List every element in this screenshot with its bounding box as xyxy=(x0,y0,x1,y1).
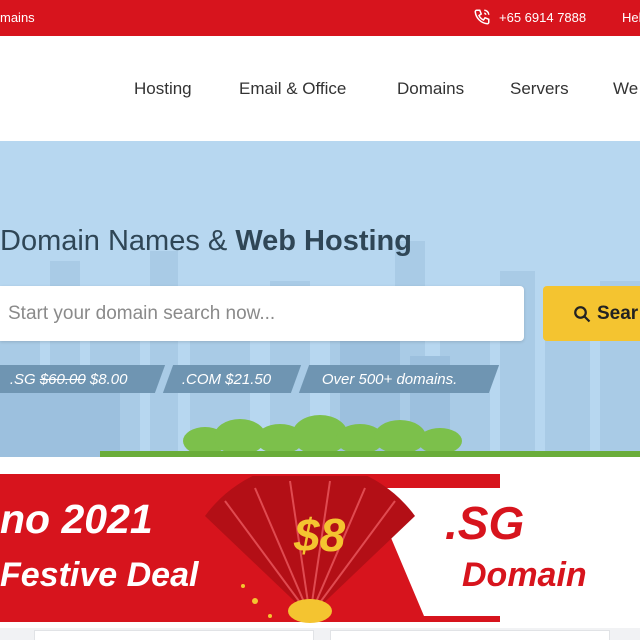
phone-contact[interactable]: +65 6914 7888 xyxy=(473,8,586,26)
hero-title-regular: Domain Names & xyxy=(0,225,236,257)
domain-search-input[interactable] xyxy=(0,286,524,341)
domain-search-box xyxy=(0,286,524,341)
phone-icon xyxy=(474,9,490,25)
bottom-card-left xyxy=(34,630,314,640)
page: mains +65 6914 7888 Help Hosting Email &… xyxy=(0,0,640,640)
nav-item-hosting[interactable]: Hosting xyxy=(134,79,192,99)
hero-title-bold: Web Hosting xyxy=(235,225,412,257)
tag-com-price[interactable]: .COM $21.50 xyxy=(162,365,302,393)
hero-title: Domain Names & Web Hosting xyxy=(0,225,412,258)
search-button-label: Sear xyxy=(597,302,639,324)
help-link[interactable]: Help xyxy=(622,10,640,25)
promo-subheadline: Festive Deal xyxy=(0,556,199,594)
tag-sg-price[interactable]: .SG $60.00 $8.00 xyxy=(0,365,166,393)
promo-price: $8 xyxy=(294,509,346,561)
tag-more-domains-text: Over 500+ domains. xyxy=(322,370,458,388)
phone-number: +65 6914 7888 xyxy=(499,9,587,25)
promo-banner[interactable]: no 2021 Festive Deal $8 .SG Domain xyxy=(0,468,640,628)
tag-com-tld: .COM xyxy=(182,370,222,388)
promo-headline: no 2021 xyxy=(0,496,153,542)
nav-item-servers[interactable]: Servers xyxy=(510,79,569,99)
search-icon xyxy=(574,305,591,322)
hero-section: Domain Names & Web Hosting Sear .SG $60.… xyxy=(0,141,640,468)
main-nav: Hosting Email & Office Domains Servers W… xyxy=(0,36,640,141)
top-bar: mains +65 6914 7888 Help xyxy=(0,0,640,36)
tag-com-price-value: $21.50 xyxy=(225,370,272,388)
top-bar-domains-link[interactable]: mains xyxy=(0,10,35,25)
tag-more-domains[interactable]: Over 500+ domains. xyxy=(298,365,500,393)
nav-item-domains[interactable]: Domains xyxy=(397,79,464,99)
nav-item-web[interactable]: We xyxy=(613,79,638,99)
tag-sg-tld: .SG xyxy=(9,370,36,388)
search-button[interactable]: Sear xyxy=(543,286,640,341)
promo-tld: .SG xyxy=(445,497,525,549)
bottom-card-right xyxy=(330,630,610,640)
nav-item-email-office[interactable]: Email & Office xyxy=(239,79,346,99)
promo-domain-word: Domain xyxy=(462,556,587,594)
tag-sg-old-price: $60.00 xyxy=(40,370,86,388)
tag-sg-new-price: $8.00 xyxy=(90,370,128,388)
